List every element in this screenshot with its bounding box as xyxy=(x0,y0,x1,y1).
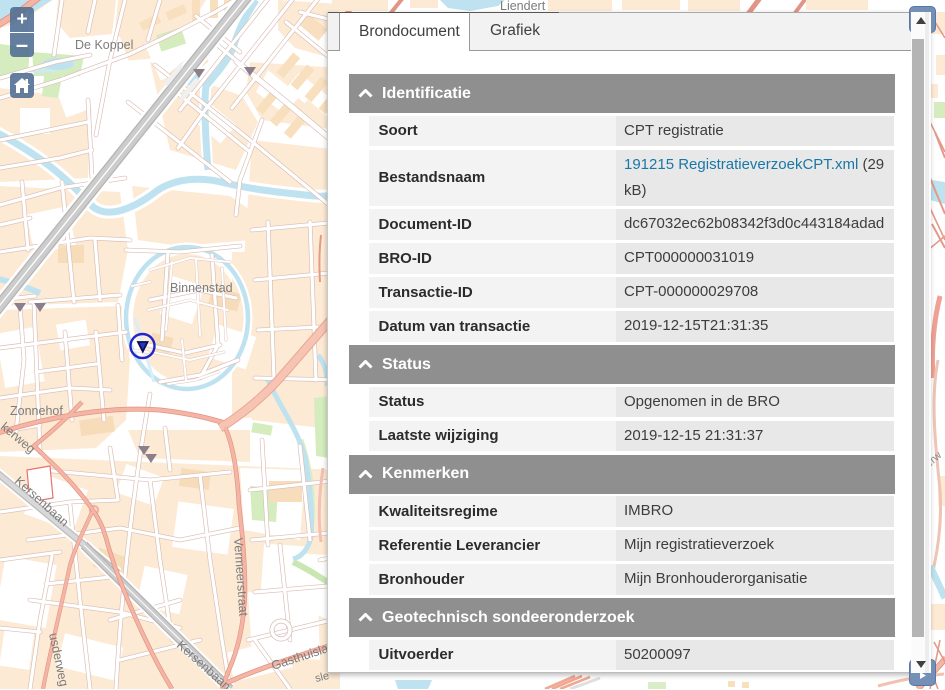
svg-text:Binnenstad: Binnenstad xyxy=(170,281,233,295)
svg-text:De Koppel: De Koppel xyxy=(75,38,133,52)
svg-text:Zonnehof: Zonnehof xyxy=(10,404,63,418)
